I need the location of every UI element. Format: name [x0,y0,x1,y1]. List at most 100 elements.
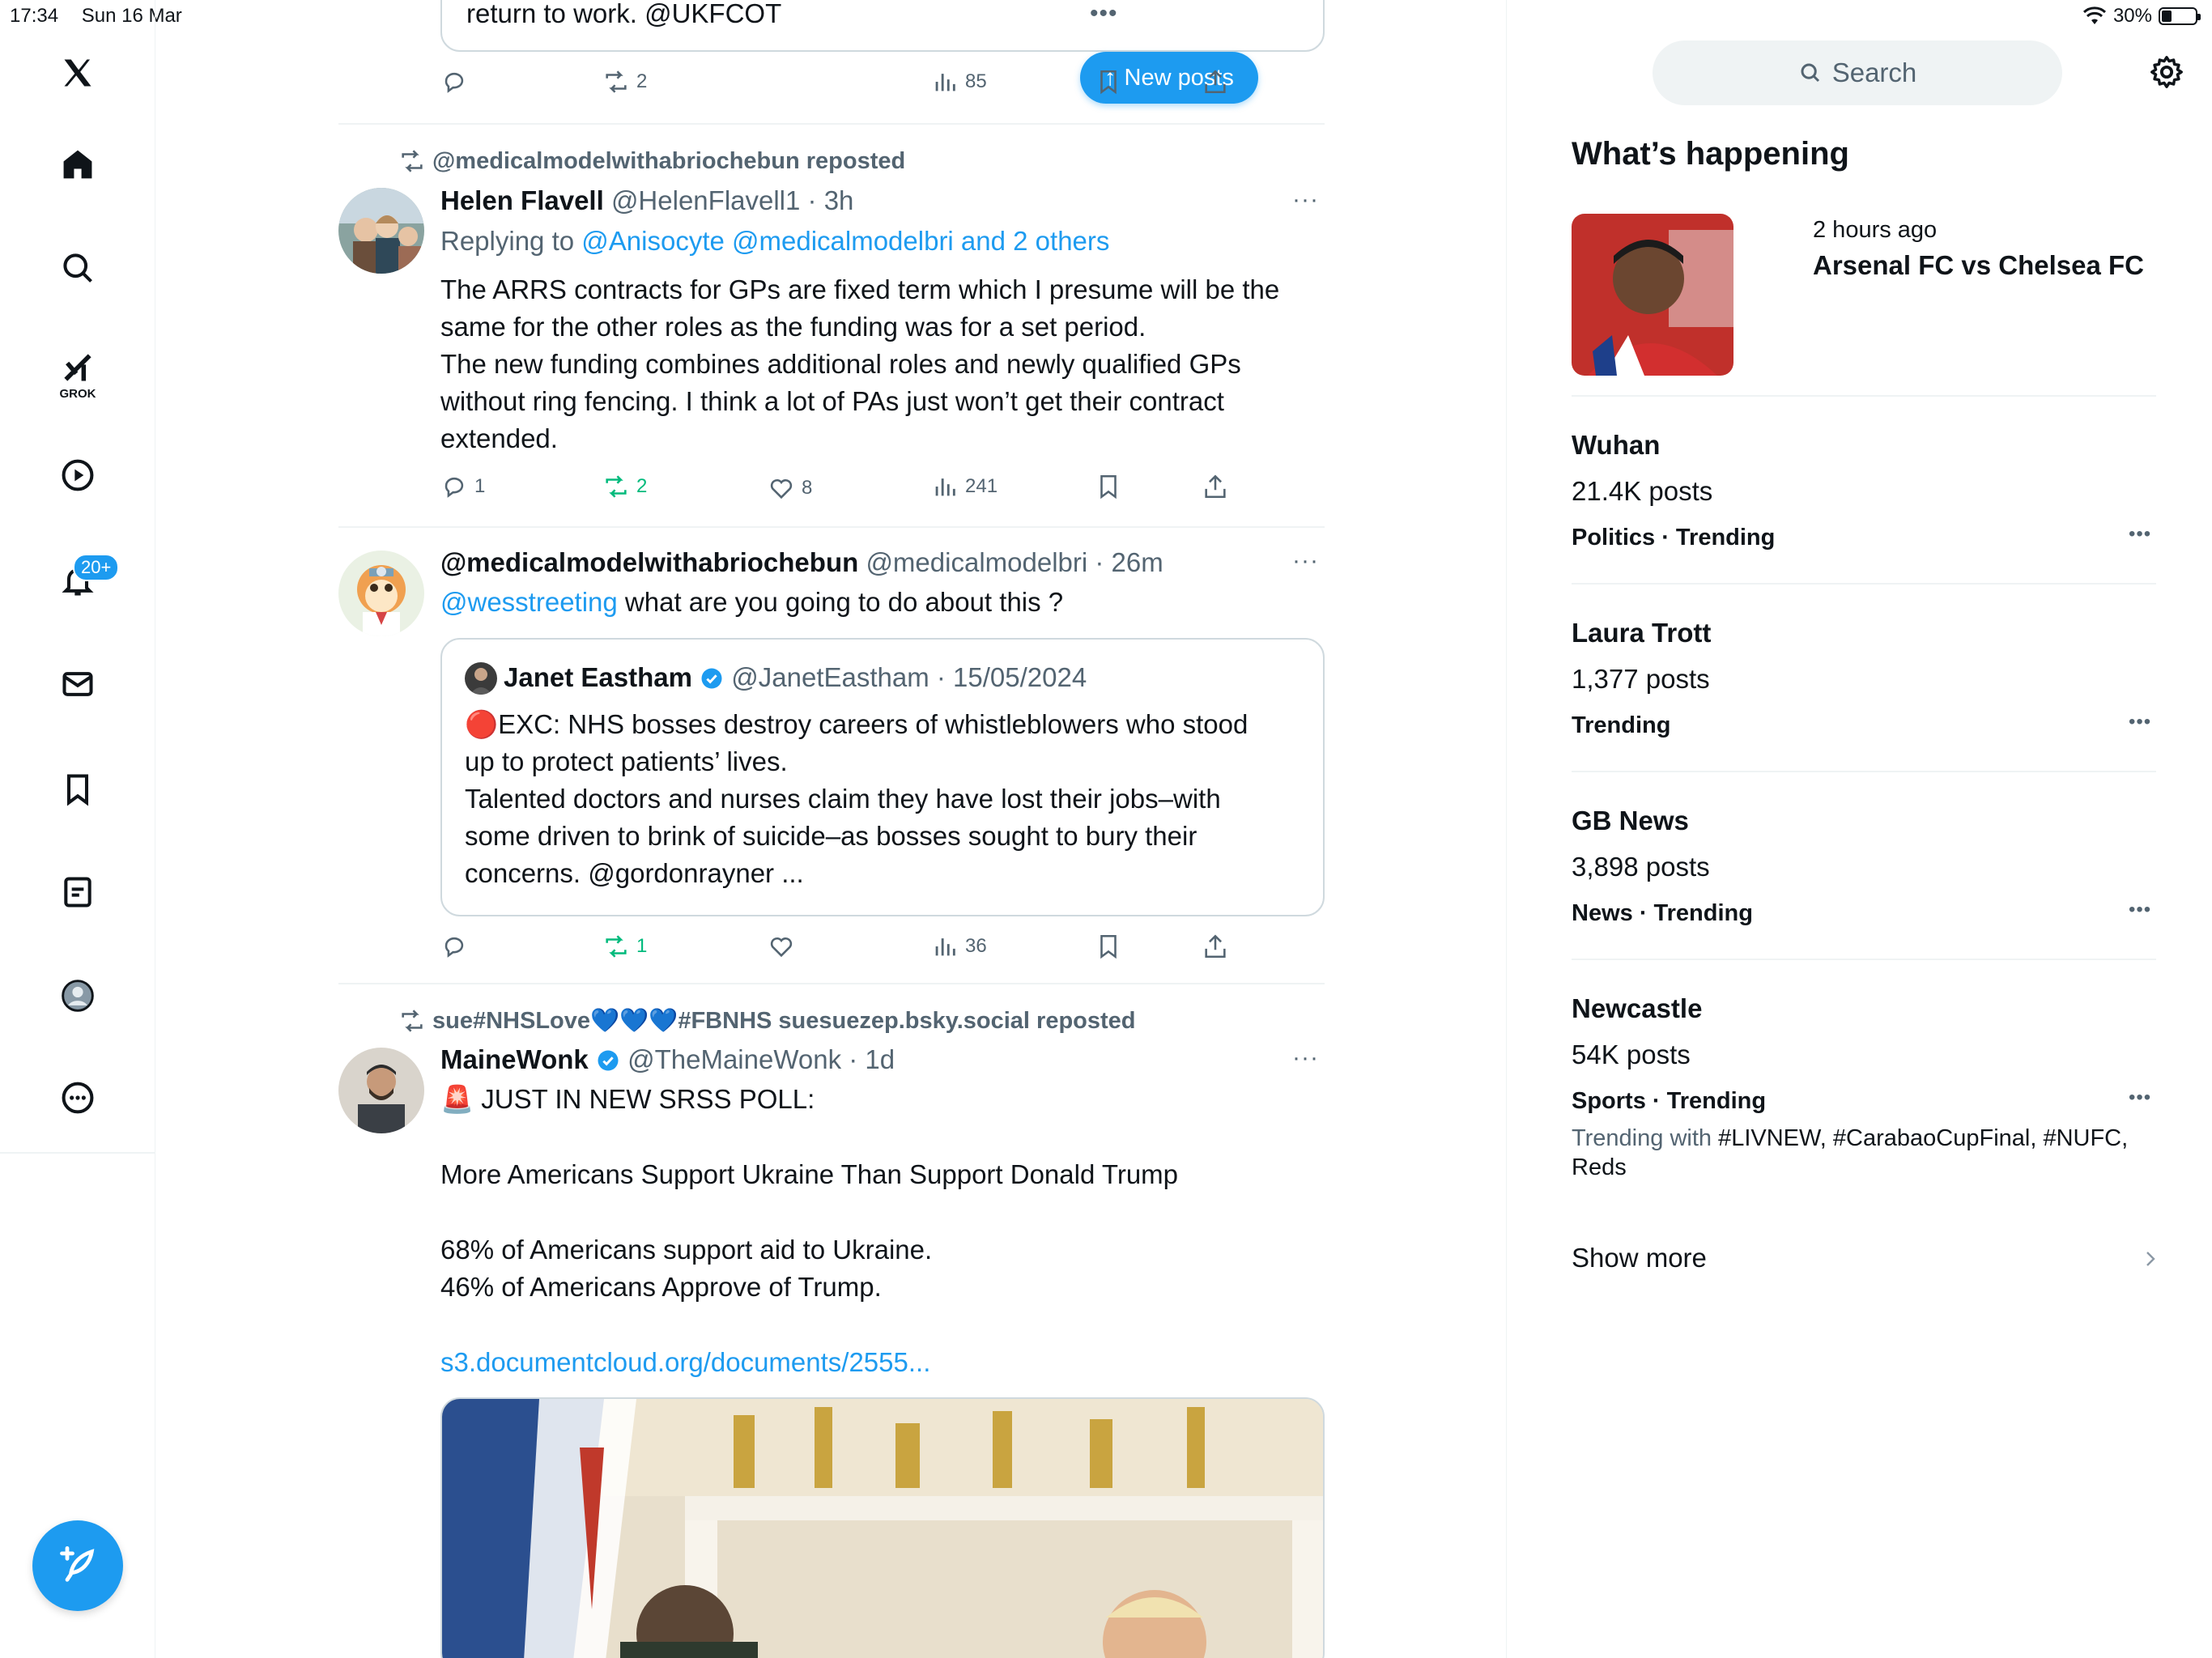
top-post-bookmark-button[interactable] [1095,68,1122,96]
post1-line: without ring fencing. I think a lot of P… [440,386,1224,416]
post3-line-3: 68% of Americans support aid to Ukraine. [440,1235,933,1265]
post1-bookmark-button[interactable] [1095,473,1122,500]
trend-post-count: 1,377 posts [1572,664,1710,694]
trend-post-count: 21.4K posts [1572,476,1713,506]
top-post-card-more-icon[interactable]: ••• [1090,0,1118,28]
post2-like-button[interactable] [768,933,795,960]
top-post-views-button[interactable]: 85 [931,68,987,96]
trending-with-tags[interactable]: #LIVNEW, #CarabaoCupFinal, #NUFC, [1718,1125,2128,1151]
search-placeholder: Search [1831,57,1917,87]
more-options-icon[interactable] [53,1073,102,1122]
post2-reply-button[interactable] [440,933,468,960]
featured-trend-title[interactable]: Arsenal FC vs Chelsea FC [1813,248,2144,283]
explore-search-icon[interactable] [53,244,102,292]
views-chart-icon [935,938,955,956]
post1-share-button[interactable] [1202,473,1229,500]
post1-like-button[interactable]: 8 [768,474,812,502]
post3-line-2: More Americans Support Ukraine Than Supp… [440,1159,1179,1189]
trend-title[interactable]: GB News [1572,803,1689,839]
post1-views-button[interactable]: 241 [931,473,998,500]
grok-icon[interactable] [53,343,102,392]
quote-line: concerns. @gordonrayner ... [465,858,804,888]
post3-line-4: 46% of Americans Approve of Trump. [440,1272,882,1302]
post1-like-count: 8 [802,477,813,499]
post1-replying-to-link[interactable]: @Anisocyte @medicalmodelbri and 2 others [581,226,1109,256]
post2-display-name[interactable]: @medicalmodelwithabriochebun [440,547,858,577]
grok-label: GROK [59,387,96,401]
trend-more-icon[interactable]: ••• [2129,523,2151,546]
search-input[interactable]: Search [1653,40,2062,105]
trending-with-tags-2[interactable]: Reds [1572,1154,1627,1180]
post3-reposted-by: sue#NHSLove💙💙💙#FBNHS suesuezep.bsky.soci… [432,1008,1136,1034]
verified-badge-icon [598,1050,619,1071]
trend-title[interactable]: Wuhan [1572,427,1660,463]
repost-icon [402,1010,423,1032]
post3-link[interactable]: s3.documentcloud.org/documents/2555... [440,1344,930,1381]
top-post-reply-button[interactable] [440,68,468,96]
post3-avatar[interactable] [338,1048,424,1133]
video-play-icon[interactable] [53,451,102,500]
post1-author[interactable]: Helen Flavell @HelenFlavell1 · 3h [440,182,853,219]
settings-gear-icon[interactable] [2148,53,2185,91]
quote-line: up to protect patients’ lives. [465,746,788,776]
views-chart-icon [935,74,955,91]
heart-icon [770,937,793,958]
post1-handle-time: @HelenFlavell1 · 3h [610,185,854,215]
post2-author[interactable]: @medicalmodelwithabriochebun @medicalmod… [440,544,1163,581]
profile-avatar-icon[interactable] [53,971,102,1020]
top-post-share-button[interactable] [1202,68,1229,96]
featured-trend-image[interactable] [1572,214,1733,376]
post2-more-icon[interactable]: ··· [1292,547,1319,575]
post2-text: what are you going to do about this ? [617,587,1064,617]
post3-media-image[interactable] [440,1397,1325,1658]
post3-line-1: 🚨 JUST IN NEW SRSS POLL: [440,1084,815,1114]
post3-more-icon[interactable]: ··· [1292,1044,1319,1072]
post3-repost-context[interactable]: sue#NHSLove💙💙💙#FBNHS suesuezep.bsky.soci… [398,1007,1136,1035]
post1-more-icon[interactable]: ··· [1292,186,1319,214]
post1-body: The ARRS contracts for GPs are fixed ter… [440,271,1279,457]
post1-line: same for the other roles as the funding … [440,312,1146,342]
post2-bookmark-button[interactable] [1095,933,1122,960]
post3-handle-time: @TheMaineWonk · 1d [627,1044,895,1074]
home-icon[interactable] [53,140,102,189]
bookmarks-icon[interactable] [53,765,102,814]
left-nav: GROK 20+ [0,0,155,1658]
trending-with-prefix: Trending with [1572,1125,1719,1151]
post2-share-button[interactable] [1202,933,1229,960]
share-icon [1205,70,1226,94]
quote-handle-time: @JanetEastham · 15/05/2024 [731,662,1087,692]
repost-icon [606,70,627,93]
post2-views-button[interactable]: 36 [931,933,987,960]
lists-icon[interactable] [53,868,102,916]
post1-reply-button[interactable]: 1 [440,473,485,500]
trend-more-icon[interactable]: ••• [2129,899,2151,921]
post2-avatar[interactable] [338,551,424,636]
post1-display-name[interactable]: Helen Flavell [440,185,604,215]
trend-category: Trending [1572,712,1671,738]
quote-avatar [465,662,497,695]
trend-more-icon[interactable]: ••• [2129,1086,2151,1109]
post1-avatar[interactable] [338,188,424,274]
post3-author[interactable]: MaineWonk @TheMaineWonk · 1d [440,1041,895,1078]
post1-repost-button[interactable]: 2 [602,473,647,500]
trend-title[interactable]: Newcastle [1572,991,1702,1027]
nav-divider [0,1152,155,1154]
trend-title[interactable]: Laura Trott [1572,615,1711,651]
post-divider [338,123,1325,125]
post2-mention-link[interactable]: @wesstreeting [440,587,618,617]
trend-more-icon[interactable]: ••• [2129,711,2151,733]
bookmark-icon [1100,70,1117,95]
messages-envelope-icon[interactable] [53,660,102,708]
top-post-repost-button[interactable]: 2 [602,68,647,96]
quote-display-name: Janet Eastham [504,662,692,692]
post2-body: @wesstreeting what are you going to do a… [440,584,1063,621]
post3-display-name[interactable]: MaineWonk [440,1044,589,1074]
post2-views-count: 36 [965,935,987,957]
x-logo-icon[interactable] [53,49,102,97]
reply-icon [445,72,464,93]
show-more-link[interactable]: Show more [1572,1240,1707,1276]
post2-repost-button[interactable]: 1 [602,933,647,960]
repost-icon [606,935,627,958]
compose-post-button[interactable] [32,1520,123,1611]
post1-repost-context[interactable]: @medicalmodelwithabriochebun reposted [398,147,905,175]
